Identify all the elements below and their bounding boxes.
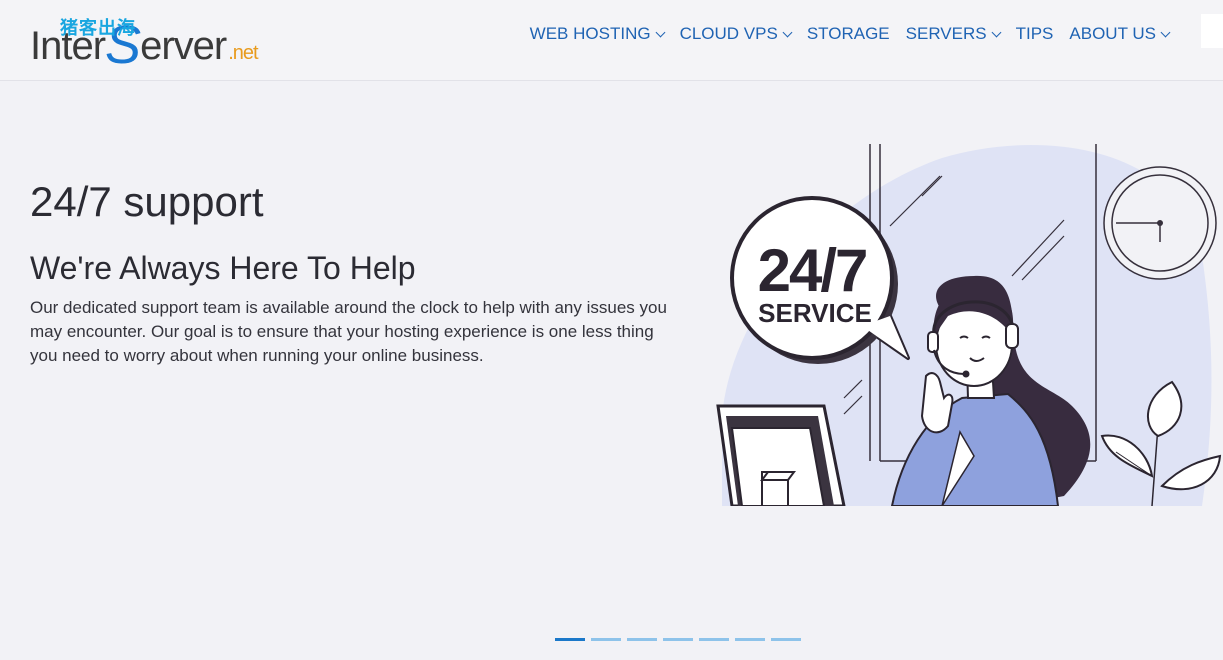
svg-text:24/7: 24/7 <box>758 237 867 304</box>
chevron-down-icon <box>1160 27 1171 37</box>
chevron-down-icon <box>991 27 1002 37</box>
carousel-dot-2[interactable] <box>591 638 621 641</box>
nav-about-us[interactable]: ABOUT US <box>1061 22 1177 46</box>
nav-cloud-vps[interactable]: CLOUD VPS <box>672 22 799 46</box>
hero-subtitle: We're Always Here To Help <box>30 250 416 286</box>
nav-storage[interactable]: STORAGE <box>799 22 898 46</box>
carousel-dot-5[interactable] <box>699 638 729 641</box>
nav-tips[interactable]: TIPS <box>1008 22 1062 46</box>
site-header: InterServer .net 猪客出海 WEB HOSTING CLOUD V… <box>0 0 1223 81</box>
support-agent-illustration: 24/7 SERVICE <box>716 144 1222 506</box>
hero-description: Our dedicated support team is available … <box>30 298 667 365</box>
interserver-logo[interactable]: InterServer .net 猪客出海 <box>30 4 280 75</box>
carousel-dot-6[interactable] <box>735 638 765 641</box>
carousel-indicators <box>555 638 801 641</box>
svg-text:SERVICE: SERVICE <box>758 298 872 328</box>
nav-servers[interactable]: SERVERS <box>898 22 1008 46</box>
watermark-text: 猪客出海 <box>60 18 136 39</box>
carousel-dot-7[interactable] <box>771 638 801 641</box>
hero-title: 24/7 support <box>30 178 264 225</box>
computer-monitor <box>716 404 846 506</box>
header-action-box[interactable] <box>1201 14 1223 48</box>
chevron-down-icon <box>782 27 793 37</box>
carousel-dot-1[interactable] <box>555 638 585 641</box>
carousel-dot-4[interactable] <box>663 638 693 641</box>
chevron-down-icon <box>655 27 666 37</box>
nav-web-hosting[interactable]: WEB HOSTING <box>522 22 672 46</box>
wall-clock <box>1103 166 1217 280</box>
main-nav: WEB HOSTING CLOUD VPS STORAGE SERVERS TI… <box>522 22 1177 46</box>
carousel-dot-3[interactable] <box>627 638 657 641</box>
